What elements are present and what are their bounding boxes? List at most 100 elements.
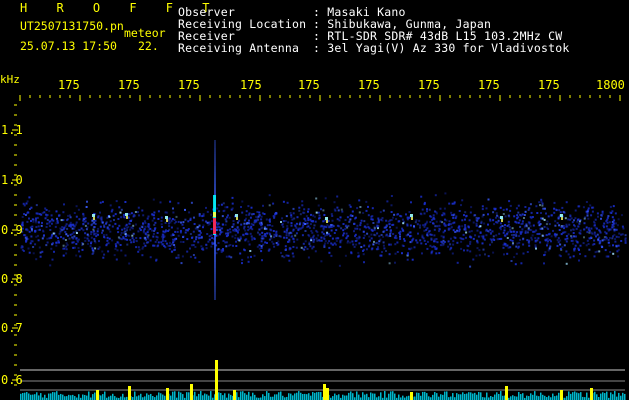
noise-pixel (45, 244, 48, 247)
noise-pixel (222, 248, 224, 250)
histogram-bar (194, 391, 196, 400)
noise-pixel (151, 214, 154, 217)
noise-pixel (487, 198, 490, 201)
histogram-bar (266, 391, 268, 400)
noise-pixel (254, 220, 257, 223)
noise-pixel (381, 219, 384, 222)
noise-pixel (479, 231, 482, 233)
noise-pixel (57, 239, 60, 242)
noise-pixel (28, 217, 30, 220)
noise-pixel (336, 206, 339, 209)
noise-pixel (345, 224, 347, 227)
noise-pixel (524, 210, 527, 213)
histogram-bar (414, 396, 416, 400)
histogram-bar (616, 396, 618, 400)
noise-pixel (454, 236, 457, 239)
noise-pixel (356, 227, 359, 230)
histogram-bar (398, 394, 400, 400)
noise-pixel (541, 217, 544, 220)
noise-pixel (546, 242, 549, 245)
noise-pixel (432, 216, 435, 219)
noise-pixel (253, 238, 256, 240)
noise-pixel (393, 213, 396, 216)
noise-pixel (101, 200, 104, 203)
noise-pixel (49, 229, 52, 231)
noise-pixel (502, 213, 505, 215)
noise-pixel (285, 231, 288, 234)
noise-pixel (220, 203, 223, 206)
noise-pixel (537, 221, 540, 224)
noise-pixel (302, 224, 305, 227)
noise-pixel (175, 256, 178, 259)
noise-pixel (239, 237, 242, 240)
noise-pixel (258, 211, 261, 214)
noise-pixel (225, 241, 228, 244)
noise-pixel (601, 214, 603, 217)
meteor-trail (214, 248, 216, 250)
noise-pixel (518, 241, 521, 244)
histogram-bar (348, 392, 350, 400)
noise-pixel (46, 241, 49, 244)
noise-pixel (425, 221, 428, 224)
histogram-bar (134, 391, 136, 400)
noise-pixel (453, 202, 456, 205)
noise-pixel (256, 216, 259, 219)
noise-pixel (101, 229, 104, 232)
noise-pixel (218, 210, 221, 213)
noise-pixel (478, 249, 481, 252)
noise-pixel (318, 217, 320, 220)
noise-pixel (232, 244, 234, 247)
noise-pixel (421, 208, 424, 211)
noise-pixel (529, 203, 532, 206)
noise-pixel (613, 233, 616, 236)
noise-pixel (333, 201, 336, 204)
noise-pixel (78, 218, 81, 221)
noise-pixel (569, 256, 572, 259)
meteor-trail (214, 288, 216, 290)
noise-pixel (438, 228, 441, 231)
meteor-trail (214, 166, 216, 168)
time-tick-label: 175 (118, 78, 140, 92)
noise-pixel (87, 239, 90, 242)
noise-pixel (335, 229, 338, 232)
noise-pixel (373, 240, 375, 243)
noise-pixel (495, 216, 497, 219)
noise-pixel (431, 250, 434, 253)
noise-pixel (172, 241, 175, 244)
noise-pixel (583, 236, 585, 239)
noise-pixel (313, 224, 316, 227)
noise-pixel (292, 255, 295, 258)
histogram-bar (372, 393, 374, 400)
noise-pixel (605, 255, 608, 258)
signal-spot (501, 219, 503, 222)
noise-pixel (438, 230, 440, 233)
noise-pixel (315, 197, 318, 200)
noise-pixel (86, 226, 89, 229)
noise-pixel (189, 219, 192, 221)
noise-pixel (46, 222, 49, 225)
noise-pixel (249, 232, 252, 235)
noise-pixel (534, 244, 537, 247)
noise-pixel (108, 237, 111, 240)
histogram-bar (114, 396, 116, 400)
noise-pixel (492, 211, 495, 214)
noise-pixel (578, 249, 580, 251)
histogram-bar (346, 395, 348, 400)
noise-pixel (105, 221, 108, 224)
noise-pixel (529, 225, 532, 228)
freq-tick-label: 1.0 (1, 173, 23, 187)
noise-pixel (240, 206, 242, 208)
noise-pixel (504, 235, 507, 238)
noise-pixel (39, 255, 42, 258)
noise-pixel (377, 246, 379, 249)
noise-pixel (206, 233, 209, 235)
noise-pixel (137, 250, 140, 253)
histogram-bar (72, 394, 74, 400)
noise-pixel (423, 212, 426, 215)
histogram-peak (560, 390, 563, 400)
noise-pixel (469, 211, 472, 214)
histogram-bar (440, 394, 442, 400)
noise-pixel (326, 224, 329, 227)
noise-pixel (38, 246, 41, 249)
noise-pixel (155, 258, 158, 261)
